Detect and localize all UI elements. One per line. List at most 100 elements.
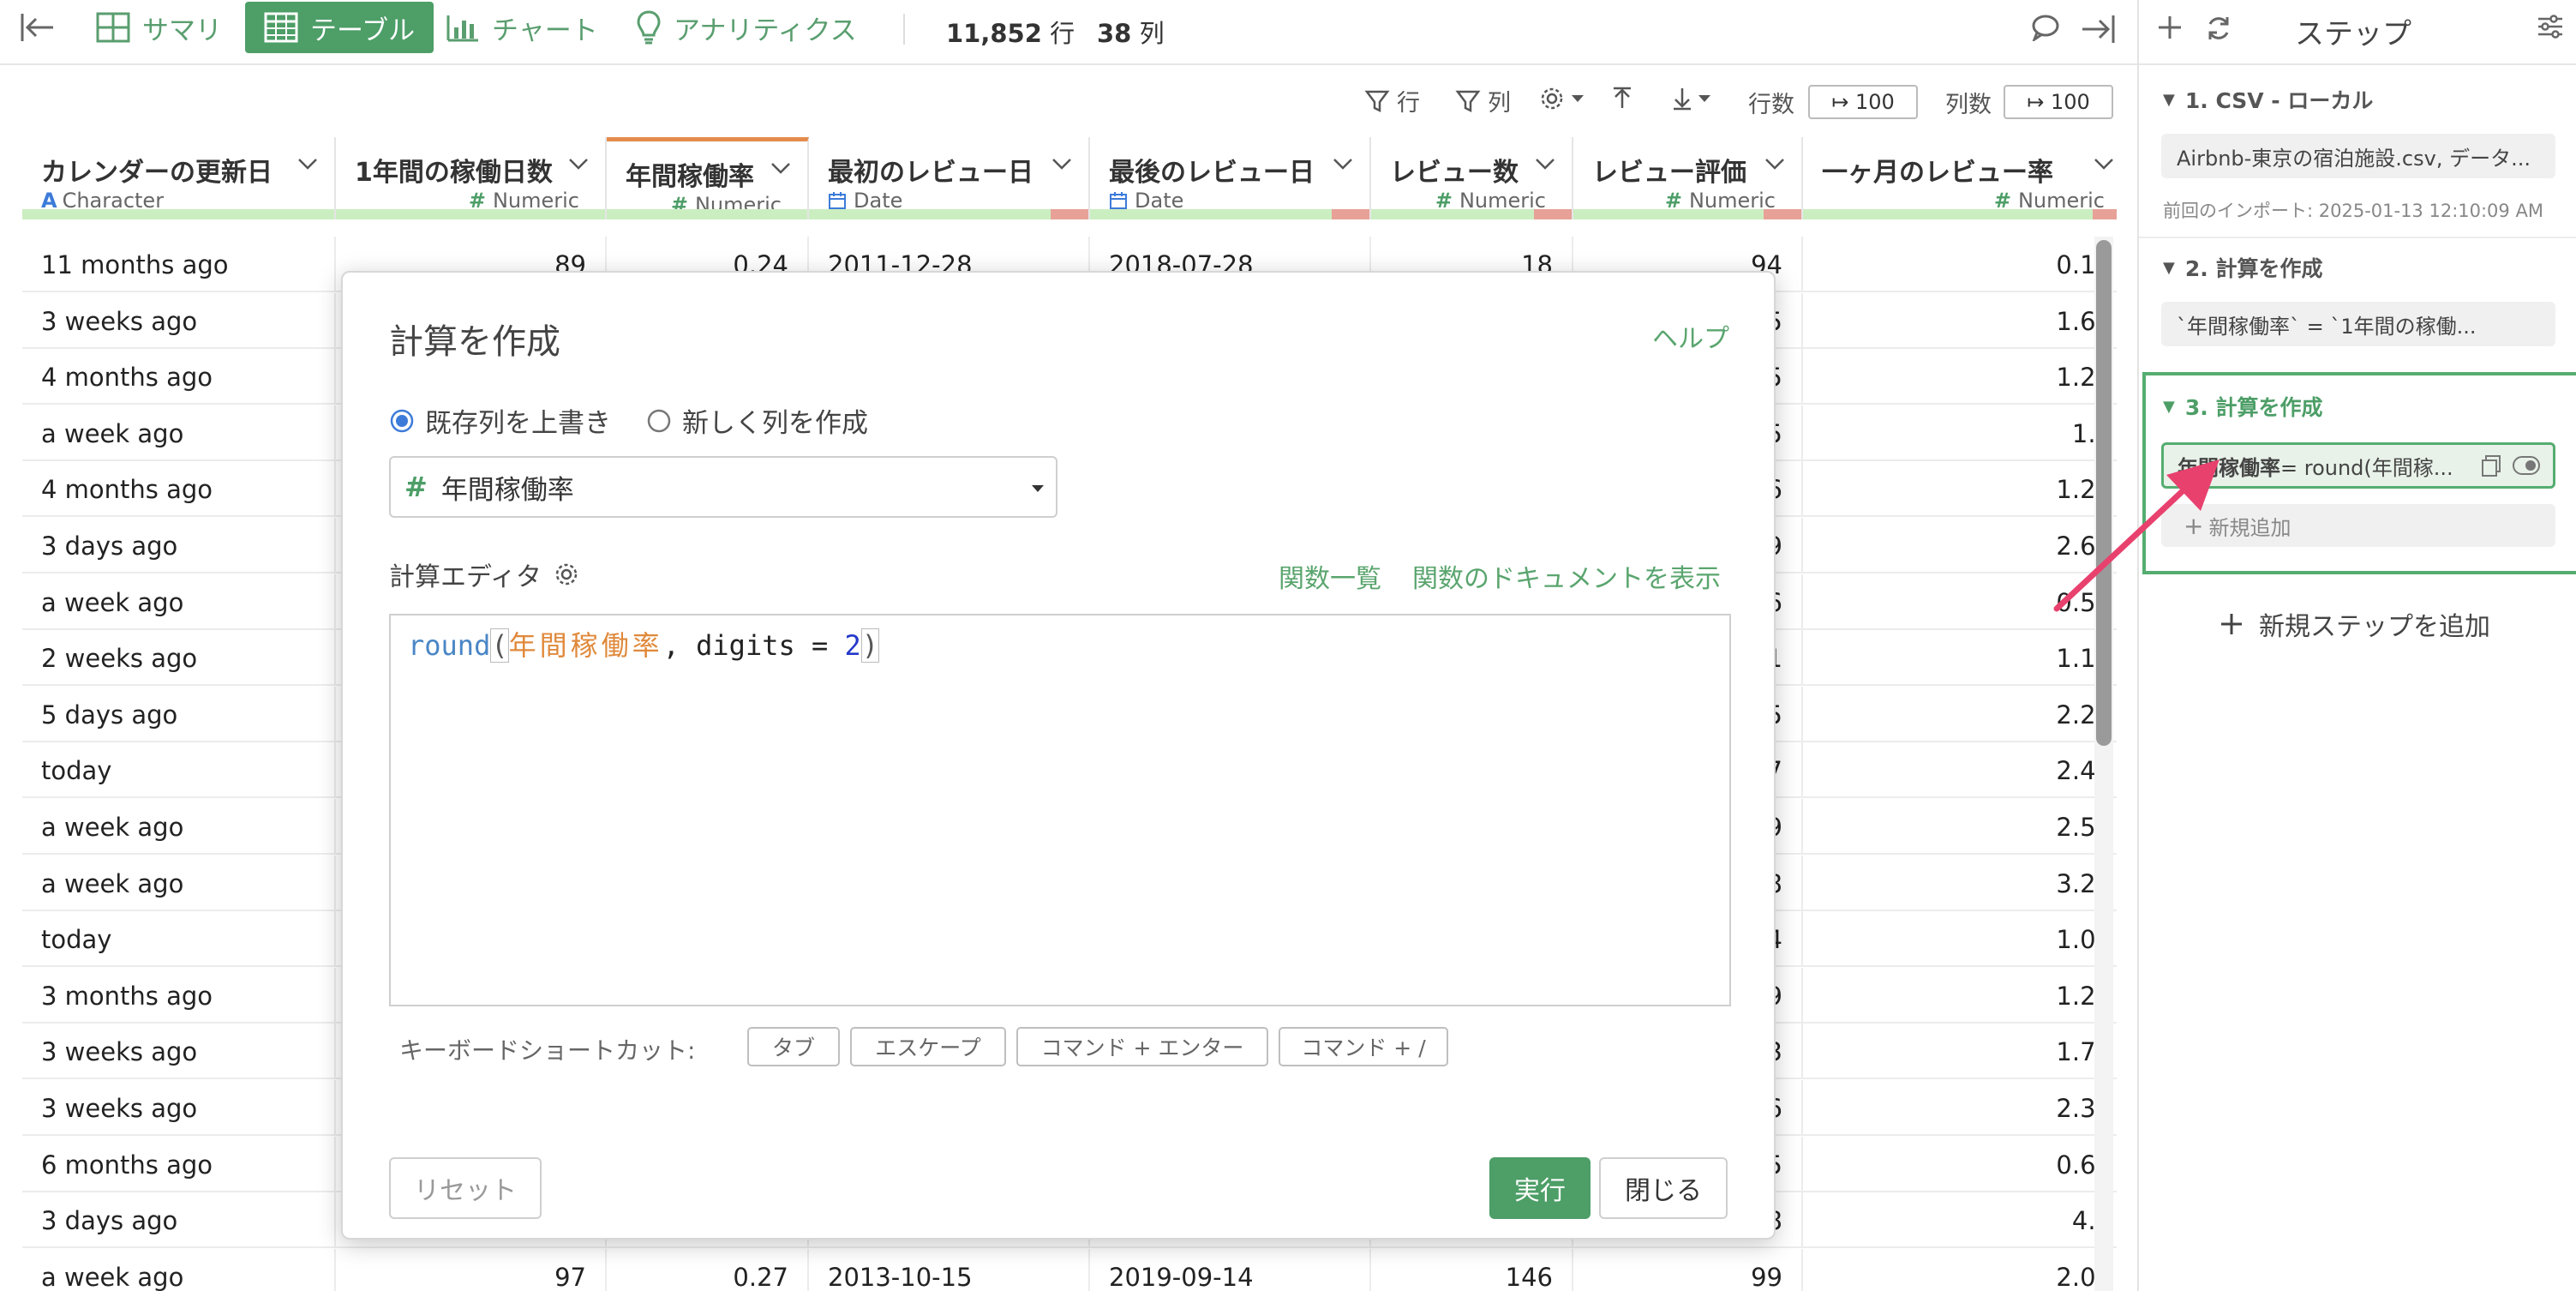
table-cell[interactable]: 2.01 [1803,1249,2117,1291]
step-2-title[interactable]: ▼ 2. 計算を作成 [2163,252,2322,283]
missing-values-bar [2093,209,2117,219]
gear-icon[interactable] [554,561,579,587]
add-icon[interactable] [2156,14,2184,41]
table-cell[interactable]: 99 [1573,1249,1803,1291]
table-cell[interactable]: a week ago [22,799,336,855]
chevron-down-icon[interactable] [2093,156,2115,171]
chevron-down-icon[interactable] [1051,156,1073,171]
code-number: 2 [844,629,861,662]
tab-chart[interactable]: チャート [446,0,598,55]
column-header[interactable]: カレンダーの更新日 A Character [22,137,336,219]
step-3-title[interactable]: ▼ 3. 計算を作成 [2163,391,2322,422]
collapse-left-icon[interactable] [19,0,57,55]
table-cell[interactable]: 1.63 [1803,293,2117,349]
table-cell[interactable]: 2013-10-15 [809,1249,1090,1291]
sliders-icon[interactable] [2537,14,2564,39]
table-cell[interactable]: 0.66 [1803,1137,2117,1192]
table-cell[interactable]: 2.24 [1803,687,2117,742]
table-cell[interactable]: 5 days ago [22,687,336,742]
table-cell[interactable]: 3 months ago [22,968,336,1024]
step-1-box[interactable]: Airbnb-東京の宿泊施設.csv, データ... [2161,134,2555,178]
table-cell[interactable]: 1.23 [1803,349,2117,405]
table-cell[interactable]: 0.19 [1803,237,2117,292]
close-button[interactable]: 閉じる [1599,1157,1728,1219]
chevron-down-icon[interactable] [1534,156,1556,171]
cols-limit-input[interactable]: ↦ 100 [2004,85,2113,119]
rows-limit-input[interactable]: ↦ 100 [1808,85,1918,119]
chevron-down-icon[interactable] [567,156,590,171]
table-cell[interactable]: 2.55 [1803,799,2117,855]
table-cell[interactable]: 3 weeks ago [22,1080,336,1136]
table-cell[interactable]: 146 [1371,1249,1573,1291]
toggle-visibility-icon[interactable] [2512,455,2541,476]
table-cell[interactable]: 6 months ago [22,1137,336,1192]
table-cell[interactable]: 1.14 [1803,630,2117,686]
chevron-down-icon[interactable] [1764,156,1786,171]
table-scrollbar-track[interactable] [2094,237,2113,1291]
radio-new-column[interactable]: 新しく列を作成 [646,401,868,440]
table-cell[interactable]: 1.06 [1803,911,2117,967]
reset-button[interactable]: リセット [389,1157,542,1219]
step-1-title[interactable]: ▼ 1. CSV - ローカル [2163,84,2373,115]
table-cell[interactable]: 1.23 [1803,968,2117,1024]
column-header[interactable]: 最後のレビュー日 Date [1090,137,1371,219]
tab-analytics[interactable]: アナリティクス [636,0,857,55]
collapse-right-icon[interactable] [2079,12,2117,46]
table-cell[interactable]: a week ago [22,1249,336,1291]
chevron-down-icon[interactable] [1332,156,1354,171]
column-header[interactable]: 一ヶ月のレビュー率 # Numeric [1803,137,2117,219]
chevron-down-icon[interactable] [770,160,792,176]
row-filter-button[interactable]: 行 [1364,84,1420,117]
table-cell[interactable]: 97 [336,1249,607,1291]
column-header[interactable]: 1年間の稼働日数 # Numeric [336,137,607,219]
copy-icon[interactable] [2479,453,2503,477]
table-cell[interactable]: 1.75 [1803,1024,2117,1079]
table-cell[interactable]: 2.45 [1803,742,2117,798]
table-cell[interactable]: a week ago [22,856,336,911]
table-cell[interactable]: 3 days ago [22,1192,336,1248]
table-cell[interactable]: 3 weeks ago [22,1024,336,1079]
table-cell[interactable]: 4.2 [1803,1192,2117,1248]
caret-down-icon [1032,485,1044,492]
column-header[interactable]: 最初のレビュー日 Date [809,137,1090,219]
download-menu[interactable] [1671,86,1712,111]
table-cell[interactable]: 2 weeks ago [22,630,336,686]
settings-menu[interactable] [1539,86,1585,111]
column-header[interactable]: レビュー数 # Numeric [1371,137,1573,219]
table-cell[interactable]: 4 months ago [22,349,336,405]
tab-table[interactable]: テーブル [245,2,434,53]
help-link[interactable]: ヘルプ [1652,317,1729,355]
column-header[interactable]: 年間稼働率 # Numeric [607,137,809,219]
table-cell[interactable]: 11 months ago [22,237,336,292]
refresh-icon[interactable] [2204,14,2233,43]
chevron-down-icon[interactable] [297,156,319,171]
table-cell[interactable]: 4 months ago [22,461,336,517]
radio-overwrite[interactable]: 既存列を上書き [389,401,611,440]
run-button[interactable]: 実行 [1489,1157,1591,1219]
table-cell[interactable]: 2019-09-14 [1090,1249,1371,1291]
missing-values-bar [1332,209,1369,219]
download-icon [1674,88,1691,111]
table-cell[interactable]: 0.27 [607,1249,809,1291]
table-cell[interactable]: 3 days ago [22,518,336,573]
function-docs-link[interactable]: 関数のドキュメントを表示 [1412,557,1721,595]
table-cell[interactable]: today [22,742,336,798]
step-2-box[interactable]: `年間稼働率` = `1年間の稼働... [2161,302,2555,346]
upload-icon[interactable] [1611,86,1633,111]
formula-editor[interactable]: round(年間稼働率, digits = 2) [389,614,1731,1006]
tab-summary[interactable]: サマリ [96,0,222,55]
filter-icon [1455,90,1481,112]
column-select[interactable]: # 年間稼働率 [389,456,1057,518]
table-cell[interactable]: 2.36 [1803,1080,2117,1136]
comment-icon[interactable] [2031,14,2060,41]
table-cell[interactable]: 3.22 [1803,856,2117,911]
table-cell[interactable]: a week ago [22,405,336,461]
column-quality-bar [1803,209,2117,219]
function-list-link[interactable]: 関数一覧 [1279,557,1381,595]
add-step-button[interactable]: 新規ステップを追加 [2220,605,2490,643]
table-cell[interactable]: today [22,911,336,967]
table-cell[interactable]: 3 weeks ago [22,293,336,349]
column-header[interactable]: レビュー評価 # Numeric [1573,137,1803,219]
column-filter-button[interactable]: 列 [1455,84,1511,117]
table-cell[interactable]: a week ago [22,574,336,630]
